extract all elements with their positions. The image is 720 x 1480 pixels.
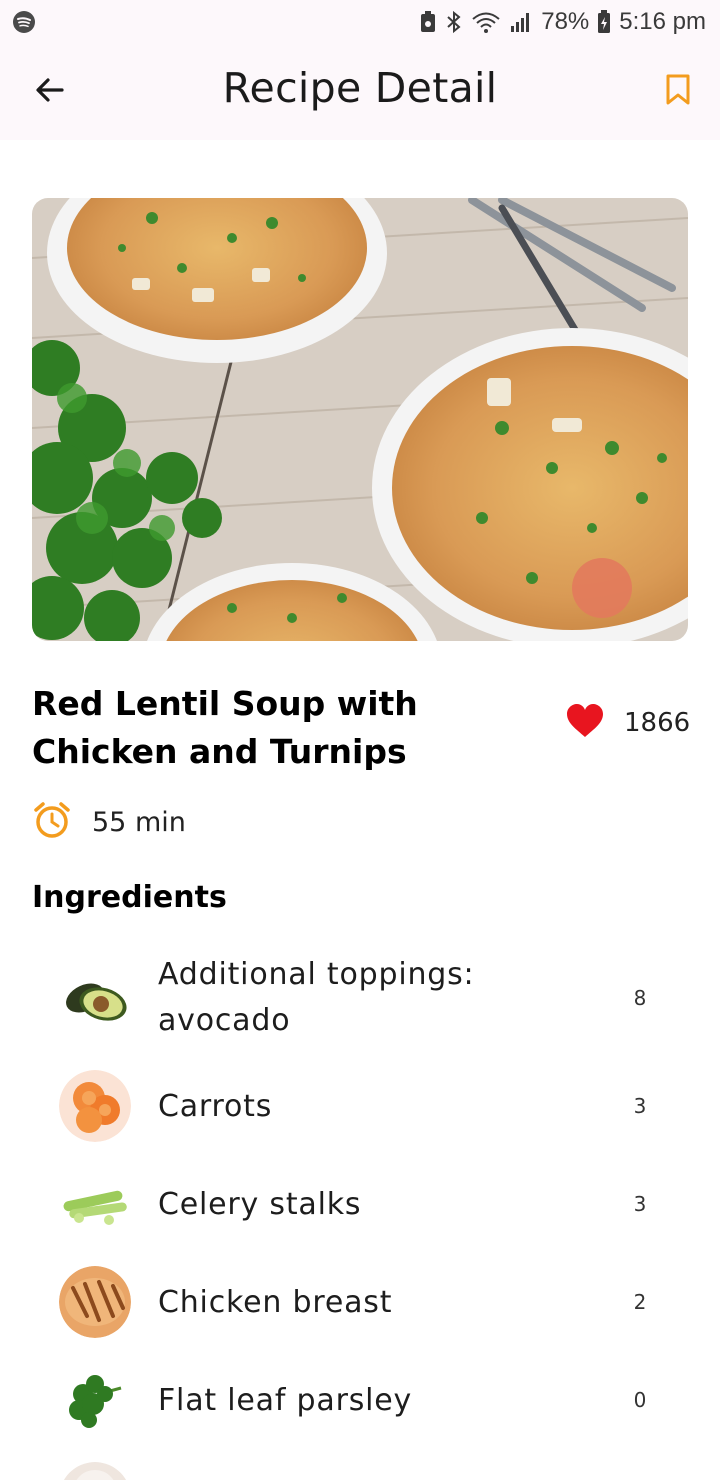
recipe-hero-image [32,198,688,641]
ingredient-name: Additional toppings: avocado [158,957,475,1038]
signal-icon [509,10,533,34]
chicken-breast-image [59,1266,131,1338]
battery-icon [597,10,611,34]
ingredient-quantity: 0 [633,1388,647,1412]
alarm-clock-icon [32,800,72,844]
cook-time-value: 55 min [92,806,186,838]
bluetooth-icon [445,10,463,34]
next-ingredient-image [59,1462,131,1480]
ingredient-item[interactable]: Carrots 3 [0,1070,720,1146]
recipe-title: Red Lentil Soup with Chicken and Turnips [32,684,418,771]
ingredient-item[interactable]: Chicken breast 2 [0,1266,720,1342]
avocado-image [59,962,131,1034]
battery-saver-icon [419,10,437,34]
spotify-icon [12,10,36,34]
wifi-icon [471,10,501,34]
bookmark-outline-icon [665,74,691,110]
battery-percent: 78% [541,8,590,35]
ingredient-item[interactable]: Celery stalks 3 [0,1168,720,1244]
ingredient-name: Carrots [158,1089,273,1124]
cook-time: 55 min [32,800,186,844]
ingredients-heading: Ingredients [32,880,227,915]
ingredient-name: Flat leaf parsley [158,1383,413,1418]
celery-image [59,1168,131,1240]
ingredient-item[interactable]: Flat leaf parsley 0 [0,1364,720,1440]
heart-icon[interactable] [566,704,604,742]
ingredient-item[interactable]: Additional toppings: avocado 8 [0,946,720,1046]
likes: 1866 [566,704,690,742]
carrots-image [59,1070,131,1142]
ingredient-quantity: 8 [633,986,647,1010]
ingredient-quantity: 2 [633,1290,647,1314]
bookmark-button[interactable] [656,70,700,114]
likes-count: 1866 [624,708,691,738]
parsley-image [59,1364,131,1436]
ingredient-name: Celery stalks [158,1187,362,1222]
ingredient-name: Chicken breast [158,1285,393,1320]
ingredient-quantity: 3 [633,1094,647,1118]
clock: 5:16 pm [619,8,706,35]
page-title: Recipe Detail [222,64,498,112]
ingredient-quantity: 3 [633,1192,647,1216]
app-bar: Recipe Detail [0,44,720,140]
status-bar: 78% 5:16 pm [0,0,720,44]
